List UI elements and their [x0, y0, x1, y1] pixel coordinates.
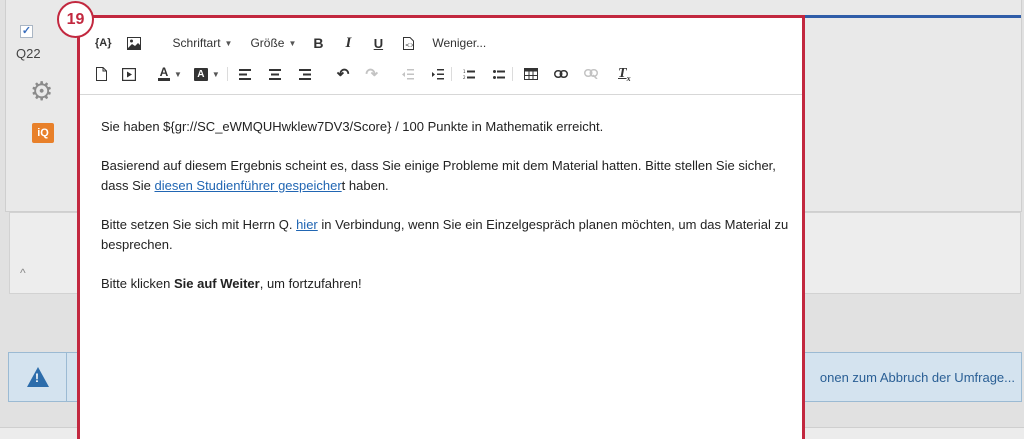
- numbered-list-button[interactable]: 12: [460, 63, 478, 85]
- editor-content[interactable]: Sie haben ${gr://SC_eWMQUHwklew7DV3/Scor…: [101, 117, 791, 313]
- insert-image-button[interactable]: [124, 32, 144, 54]
- rich-text-editor: {A} Schriftart ▼ Größe ▼ B I U <> Weniger.…: [77, 15, 805, 439]
- toolbar-divider: [451, 67, 452, 81]
- continue-bold-text: Sie auf Weiter: [173, 276, 260, 291]
- bullet-list-icon: [493, 69, 505, 79]
- svg-text:2: 2: [463, 75, 466, 80]
- align-left-icon: [238, 68, 251, 80]
- toolbar-row-1: {A} Schriftart ▼ Größe ▼ B I U <> Weniger.…: [92, 32, 489, 54]
- font-size-dropdown[interactable]: Größe ▼: [247, 32, 299, 54]
- svg-text:<>: <>: [405, 42, 414, 49]
- svg-text:1: 1: [463, 69, 466, 74]
- insert-link-button[interactable]: [551, 63, 571, 85]
- font-family-dropdown[interactable]: Schriftart ▼: [170, 32, 236, 54]
- link-icon: [554, 70, 568, 78]
- collapse-caret-icon[interactable]: ^: [20, 266, 26, 280]
- document-icon: [95, 67, 107, 81]
- bold-button[interactable]: B: [309, 32, 327, 54]
- study-guide-link[interactable]: diesen Studienführer gespeicher: [154, 178, 341, 193]
- unlink-button[interactable]: [581, 63, 601, 85]
- font-color-icon: A: [158, 65, 170, 81]
- indent-icon: [432, 68, 444, 79]
- source-code-button[interactable]: <>: [399, 32, 417, 54]
- warning-text[interactable]: onen zum Abbruch der Umfrage...: [820, 370, 1015, 385]
- content-paragraph-material: Basierend auf diesem Ergebnis scheint es…: [101, 158, 776, 193]
- align-left-button[interactable]: [236, 63, 254, 85]
- content-paragraph-continue: Bitte klicken Sie auf Weiter, um fortzuf…: [101, 276, 362, 291]
- font-color-button[interactable]: A ▼: [155, 63, 185, 85]
- chevron-down-icon: ▼: [224, 38, 233, 48]
- bullet-list-button[interactable]: [490, 63, 508, 85]
- redo-button[interactable]: ↷: [362, 63, 381, 85]
- font-size-label: Größe: [250, 36, 285, 50]
- warning-icon: [27, 367, 49, 387]
- font-family-label: Schriftart: [172, 36, 221, 50]
- new-document-button[interactable]: [92, 63, 110, 85]
- chevron-down-icon: ▼: [174, 69, 182, 79]
- underline-button[interactable]: U: [369, 32, 387, 54]
- indent-button[interactable]: [429, 63, 447, 85]
- insert-media-button[interactable]: [119, 63, 139, 85]
- clear-format-icon: Tx: [618, 65, 631, 83]
- editor-toolbar: {A} Schriftart ▼ Größe ▼ B I U <> Weniger.…: [80, 18, 802, 95]
- background-color-icon: A: [193, 67, 208, 81]
- undo-button[interactable]: ↶: [334, 63, 353, 85]
- contact-link[interactable]: hier: [296, 217, 318, 232]
- question-select-checkbox[interactable]: ✓: [20, 25, 33, 38]
- align-center-icon: [268, 68, 281, 80]
- redo-icon: ↷: [365, 66, 378, 83]
- outdent-button[interactable]: [399, 63, 417, 85]
- numbered-list-icon: 12: [463, 69, 475, 80]
- insert-table-button[interactable]: [521, 63, 541, 85]
- chevron-down-icon: ▼: [211, 69, 220, 79]
- table-icon: [524, 68, 538, 80]
- toolbar-divider: [226, 67, 228, 81]
- background-color-button[interactable]: A ▼: [191, 63, 223, 85]
- unlink-icon: [584, 69, 598, 79]
- clear-formatting-button[interactable]: Tx: [615, 63, 634, 85]
- align-center-button[interactable]: [266, 63, 284, 85]
- content-paragraph-contact: Bitte setzen Sie sich mit Herrn Q. hier …: [101, 217, 789, 252]
- italic-button[interactable]: I: [339, 32, 357, 54]
- align-right-button[interactable]: [296, 63, 314, 85]
- toolbar-row-2: A ▼ A ▼ ↶ ↷ 12 Tx: [92, 63, 634, 85]
- chevron-down-icon: ▼: [288, 38, 297, 48]
- align-right-icon: [298, 68, 311, 80]
- piped-text-button[interactable]: {A}: [92, 32, 115, 54]
- outdent-icon: [402, 68, 414, 79]
- iq-icon[interactable]: iQ: [32, 123, 54, 143]
- less-options-button[interactable]: Weniger...: [429, 32, 489, 54]
- undo-icon: ↶: [336, 66, 350, 83]
- image-icon: [126, 36, 141, 50]
- toolbar-divider: [512, 67, 513, 81]
- content-paragraph-score: Sie haben ${gr://SC_eWMQUHwklew7DV3/Scor…: [101, 119, 604, 134]
- warning-icon-box: [9, 353, 67, 401]
- step-number-badge: 19: [57, 1, 94, 38]
- media-icon: [122, 67, 136, 81]
- gear-icon[interactable]: ⚙: [30, 78, 53, 104]
- source-icon: <>: [402, 36, 414, 50]
- question-number-label: Q22: [16, 46, 41, 61]
